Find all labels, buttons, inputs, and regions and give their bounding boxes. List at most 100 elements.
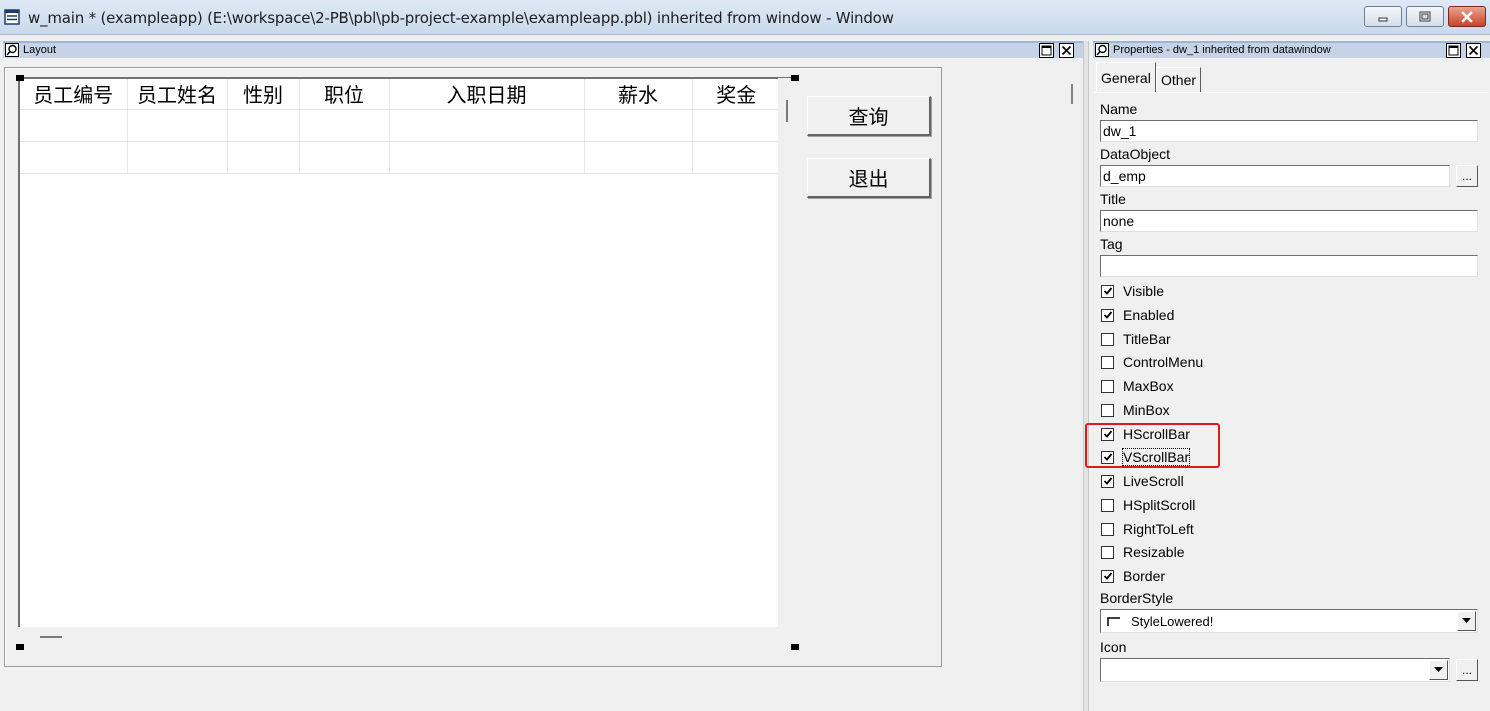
checkmark-icon — [1103, 287, 1112, 295]
dataobject-browse-button[interactable]: ... — [1456, 165, 1478, 187]
tab-general[interactable]: General — [1096, 62, 1156, 92]
query-button[interactable]: 查询 — [807, 96, 931, 136]
resize-handle[interactable] — [791, 75, 799, 81]
dropdown-arrow-button[interactable] — [1429, 660, 1448, 680]
visible-checkbox[interactable]: Visible — [1101, 282, 1164, 300]
title-label: Title — [1100, 191, 1126, 207]
icon-browse-button[interactable]: ... — [1456, 659, 1478, 681]
scroll-thumb[interactable] — [40, 636, 62, 638]
tag-field[interactable] — [1100, 255, 1478, 277]
window-icon — [4, 9, 20, 25]
checkbox-label: Enabled — [1123, 307, 1175, 323]
checkbox-box[interactable] — [1101, 403, 1114, 417]
icon-label: Icon — [1100, 639, 1127, 655]
righttoleft-checkbox[interactable]: RightToLeft — [1101, 520, 1194, 538]
borderstyle-dropdown[interactable]: StyleLowered! — [1100, 609, 1478, 633]
table-row — [20, 140, 780, 174]
checkbox-label: RightToLeft — [1123, 521, 1194, 537]
window-titlebar: w_main * (exampleapp) (E:\workspace\2-PB… — [0, 0, 1490, 35]
table-row — [20, 108, 780, 141]
border-checkbox[interactable]: Border — [1101, 567, 1165, 585]
checkbox-box[interactable] — [1101, 355, 1114, 369]
tag-label: Tag — [1100, 236, 1123, 252]
properties-panel-maximize-button[interactable] — [1446, 43, 1461, 58]
close-icon — [1461, 10, 1473, 23]
controlmenu-checkbox[interactable]: ControlMenu — [1101, 353, 1203, 371]
maxbox-checkbox[interactable]: MaxBox — [1101, 377, 1174, 395]
checkbox-box[interactable] — [1101, 498, 1114, 512]
close-button[interactable] — [1448, 6, 1486, 27]
close-icon — [1468, 45, 1479, 56]
layout-panel-close-button[interactable] — [1059, 43, 1074, 58]
icon-dropdown[interactable] — [1100, 658, 1450, 682]
borderstyle-label: BorderStyle — [1100, 590, 1174, 606]
column-header: 职位 — [299, 79, 390, 109]
minimize-icon — [1378, 17, 1388, 21]
checkmark-icon — [1103, 477, 1112, 485]
checkmark-icon — [1103, 311, 1112, 319]
checkbox-label: Border — [1123, 568, 1166, 584]
exit-button[interactable]: 退出 — [807, 158, 931, 198]
checkbox-box[interactable] — [1101, 332, 1114, 346]
enabled-checkbox[interactable]: Enabled — [1101, 306, 1174, 324]
resize-handle[interactable] — [791, 644, 799, 650]
column-header: 员工姓名 — [127, 79, 228, 109]
layout-panel-maximize-button[interactable] — [1039, 43, 1054, 58]
border-style-icon — [1107, 616, 1120, 626]
checkbox-box[interactable] — [1101, 308, 1114, 322]
checkbox-label: HSplitScroll — [1123, 497, 1196, 513]
datawindow-control[interactable]: 员工编号 员工姓名 性别 职位 入职日期 薪水 奖金 — [18, 77, 796, 627]
column-header: 入职日期 — [389, 79, 585, 109]
dropdown-arrow-button[interactable] — [1457, 611, 1476, 631]
minbox-checkbox[interactable]: MinBox — [1101, 401, 1170, 419]
column-header: 奖金 — [716, 83, 757, 108]
highlight-box — [1085, 423, 1220, 468]
checkbox-box[interactable] — [1101, 379, 1114, 393]
checkbox-box[interactable] — [1101, 522, 1114, 536]
resize-handle[interactable] — [16, 75, 24, 81]
chevron-down-icon — [1434, 667, 1443, 672]
tab-other[interactable]: Other — [1156, 67, 1202, 92]
datawindow-grid: 员工编号 员工姓名 性别 职位 入职日期 薪水 奖金 — [20, 79, 780, 174]
checkbox-label: Visible — [1123, 283, 1164, 299]
properties-panel-title: Properties - dw_1 inherited from datawin… — [1113, 44, 1331, 56]
resizable-checkbox[interactable]: Resizable — [1101, 543, 1184, 561]
close-icon — [1061, 45, 1072, 56]
column-header: 薪水 — [584, 79, 693, 109]
maximize-button[interactable] — [1406, 6, 1444, 27]
window-title: w_main * (exampleapp) (E:\workspace\2-PB… — [28, 9, 894, 27]
checkbox-box[interactable] — [1101, 474, 1114, 488]
layout-panel-title: Layout — [23, 44, 57, 56]
checkbox-box[interactable] — [1101, 545, 1114, 559]
scroll-thumb[interactable] — [786, 100, 788, 122]
title-field[interactable]: none — [1100, 210, 1478, 232]
checkbox-box[interactable] — [1101, 284, 1114, 298]
dataobject-field[interactable]: d_emp — [1100, 165, 1450, 187]
checkbox-label: MinBox — [1123, 402, 1170, 418]
titlebar-checkbox[interactable]: TitleBar — [1101, 330, 1171, 348]
minimize-button[interactable] — [1364, 6, 1402, 27]
dataobject-label: DataObject — [1100, 146, 1171, 162]
resize-handle[interactable] — [16, 644, 24, 650]
checkbox-box[interactable] — [1101, 569, 1114, 583]
tab-divider — [1094, 92, 1488, 93]
livescroll-checkbox[interactable]: LiveScroll — [1101, 472, 1184, 490]
maximize-icon — [1419, 11, 1431, 21]
name-label: Name — [1100, 101, 1138, 117]
pin-icon — [5, 43, 19, 57]
checkbox-label: MaxBox — [1123, 378, 1174, 394]
column-header: 员工编号 — [20, 79, 128, 109]
chevron-down-icon — [1462, 618, 1471, 623]
layout-scrollbar-thumb[interactable] — [1071, 84, 1073, 104]
maximize-icon — [1448, 45, 1459, 56]
checkmark-icon — [1103, 572, 1112, 580]
column-header: 性别 — [227, 79, 300, 109]
datawindow-horizontal-scrollbar[interactable] — [18, 627, 778, 647]
datawindow-vertical-scrollbar[interactable] — [778, 78, 796, 648]
name-field[interactable]: dw_1 — [1100, 120, 1478, 142]
properties-panel-close-button[interactable] — [1466, 43, 1481, 58]
layout-panel-titlebar: Layout — [3, 41, 1083, 58]
hsplitscroll-checkbox[interactable]: HSplitScroll — [1101, 496, 1195, 514]
borderstyle-value-text: StyleLowered! — [1131, 614, 1214, 629]
checkbox-label: ControlMenu — [1123, 354, 1204, 370]
